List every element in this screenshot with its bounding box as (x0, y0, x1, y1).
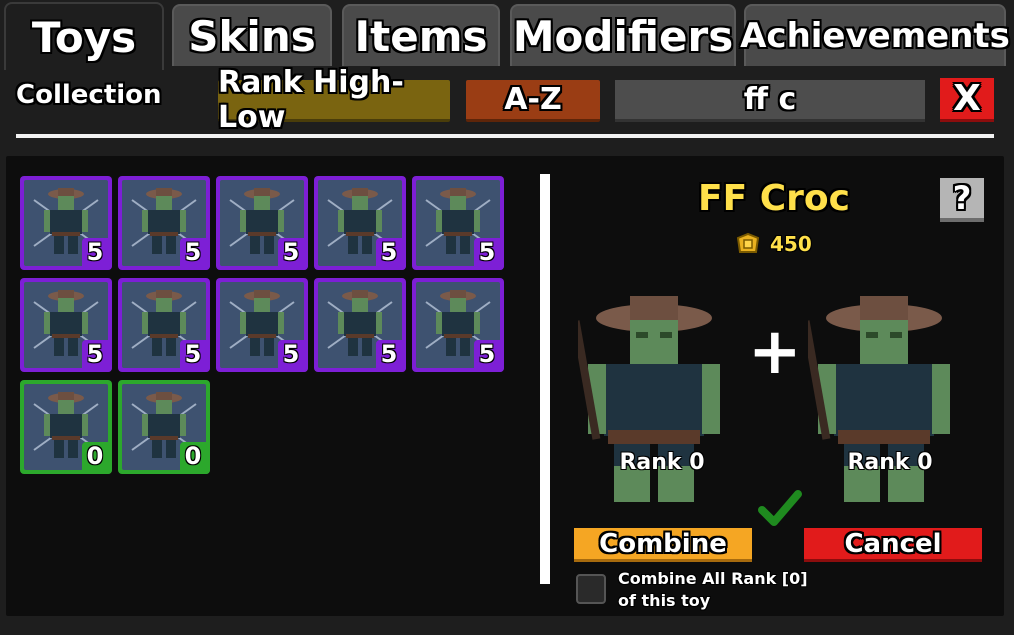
combine-all-line1: Combine All Rank [0] (618, 569, 808, 588)
slot-rank: 5 (478, 340, 496, 368)
tab-items[interactable]: Items (342, 4, 500, 66)
inventory-slot[interactable]: 5 (118, 176, 210, 270)
inventory-slot[interactable]: 5 (412, 278, 504, 372)
divider (16, 134, 994, 138)
cancel-button[interactable]: Cancel (804, 528, 982, 562)
price-value: 450 (770, 232, 812, 256)
search-input[interactable]: ff c (615, 80, 925, 122)
checkmark-icon (758, 490, 802, 526)
tab-achievements[interactable]: Achievements (740, 4, 1010, 66)
inventory-slot[interactable]: 5 (314, 176, 406, 270)
price: 450 (734, 232, 812, 256)
inventory-slot[interactable]: 5 (20, 278, 112, 372)
slot-rank: 5 (282, 340, 300, 368)
slot-rank: 5 (478, 238, 496, 266)
slot-rank: 0 (86, 442, 104, 470)
tab-toys[interactable]: Toys (4, 2, 164, 70)
close-button[interactable]: X (940, 78, 994, 122)
inventory-slot[interactable]: 5 (314, 278, 406, 372)
inventory-slot[interactable]: 5 (216, 176, 308, 270)
toy-details: FF Croc ? 450 + Rank 0 Rank 0 Combine Ca… (554, 160, 994, 612)
inventory-slot[interactable]: 0 (118, 380, 210, 474)
inventory-slot[interactable]: 0 (20, 380, 112, 474)
combine-all-label: Combine All Rank [0] of this toy (618, 568, 818, 612)
collection-label: Collection (16, 80, 162, 110)
inventory-slot[interactable]: 5 (412, 176, 504, 270)
slot-rank: 5 (86, 340, 104, 368)
croc-character-icon (571, 296, 720, 502)
slot-rank: 5 (380, 340, 398, 368)
tab-skins[interactable]: Skins (172, 4, 332, 66)
slot-rank: 5 (86, 238, 104, 266)
combine-button[interactable]: Combine (574, 528, 752, 562)
scrollbar[interactable] (540, 174, 550, 584)
combine-slot-left[interactable] (571, 280, 730, 512)
tab-modifiers[interactable]: Modifiers (510, 4, 736, 66)
toy-name: FF Croc (698, 178, 850, 219)
inventory-slot[interactable]: 5 (216, 278, 308, 372)
slot-rank: 5 (282, 238, 300, 266)
slot-rank: 5 (184, 238, 202, 266)
combine-slot-right[interactable] (801, 280, 960, 512)
sort-az-button[interactable]: A-Z (466, 80, 600, 122)
inventory-slot[interactable]: 5 (20, 176, 112, 270)
inventory-slot[interactable]: 5 (118, 278, 210, 372)
left-rank-label: Rank 0 (619, 450, 705, 475)
plus-icon: + (748, 315, 802, 389)
slot-rank: 5 (184, 340, 202, 368)
croc-character-icon (801, 296, 950, 502)
sort-rank-button[interactable]: Rank High-Low (218, 65, 450, 135)
coin-icon (736, 232, 760, 253)
combine-all-line2: of this toy (618, 591, 711, 610)
slot-rank: 5 (380, 238, 398, 266)
combine-all-checkbox[interactable] (576, 574, 606, 604)
toys-collection-panel: Toys Skins Items Modifiers Achievements … (0, 0, 1014, 635)
help-button[interactable]: ? (940, 178, 984, 222)
slot-rank: 0 (184, 442, 202, 470)
right-rank-label: Rank 0 (847, 450, 933, 475)
